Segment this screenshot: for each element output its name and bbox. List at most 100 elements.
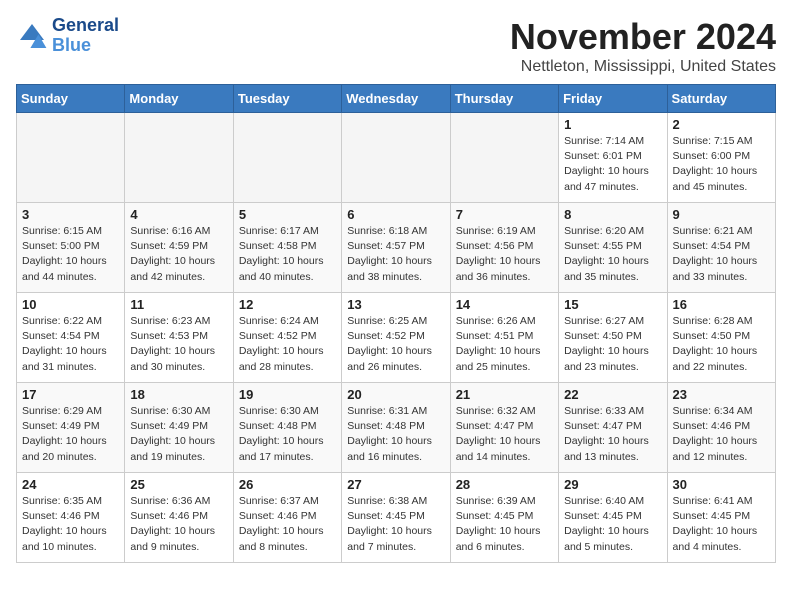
day-info: Sunrise: 6:20 AM Sunset: 4:55 PM Dayligh… bbox=[564, 224, 661, 285]
calendar-day-30: 30 Sunrise: 6:41 AM Sunset: 4:45 PM Dayli… bbox=[667, 473, 775, 563]
day-info: Sunrise: 6:29 AM Sunset: 4:49 PM Dayligh… bbox=[22, 404, 119, 465]
calendar-day-11: 11 Sunrise: 6:23 AM Sunset: 4:53 PM Dayli… bbox=[125, 293, 233, 383]
calendar-day-18: 18 Sunrise: 6:30 AM Sunset: 4:49 PM Dayli… bbox=[125, 383, 233, 473]
day-number: 17 bbox=[22, 387, 119, 402]
day-number: 18 bbox=[130, 387, 227, 402]
day-number: 30 bbox=[673, 477, 770, 492]
day-info: Sunrise: 7:14 AM Sunset: 6:01 PM Dayligh… bbox=[564, 134, 661, 195]
day-number: 5 bbox=[239, 207, 336, 222]
calendar-day-14: 14 Sunrise: 6:26 AM Sunset: 4:51 PM Dayli… bbox=[450, 293, 558, 383]
page-header: General Blue November 2024 Nettleton, Mi… bbox=[16, 16, 776, 76]
day-info: Sunrise: 7:15 AM Sunset: 6:00 PM Dayligh… bbox=[673, 134, 770, 195]
calendar-day-8: 8 Sunrise: 6:20 AM Sunset: 4:55 PM Daylig… bbox=[559, 203, 667, 293]
calendar-day-empty bbox=[125, 113, 233, 203]
day-info: Sunrise: 6:41 AM Sunset: 4:45 PM Dayligh… bbox=[673, 494, 770, 555]
calendar-day-2: 2 Sunrise: 7:15 AM Sunset: 6:00 PM Daylig… bbox=[667, 113, 775, 203]
location-title: Nettleton, Mississippi, United States bbox=[510, 58, 776, 76]
calendar-day-17: 17 Sunrise: 6:29 AM Sunset: 4:49 PM Dayli… bbox=[17, 383, 125, 473]
day-number: 21 bbox=[456, 387, 553, 402]
calendar-week-row: 10Sunrise: 6:22 AM Sunset: 4:54 PM Dayli… bbox=[17, 293, 776, 383]
calendar-day-9: 9Sunrise: 6:21 AM Sunset: 4:54 PM Daylig… bbox=[667, 203, 775, 293]
day-number: 29 bbox=[564, 477, 661, 492]
calendar-day-25: 25Sunrise: 6:36 AM Sunset: 4:46 PM Dayli… bbox=[125, 473, 233, 563]
day-number: 13 bbox=[347, 297, 444, 312]
day-number: 1 bbox=[564, 117, 661, 132]
day-number: 8 bbox=[564, 207, 661, 222]
day-number: 24 bbox=[22, 477, 119, 492]
day-info: Sunrise: 6:30 AM Sunset: 4:48 PM Dayligh… bbox=[239, 404, 336, 465]
day-number: 2 bbox=[673, 117, 770, 132]
calendar-day-28: 28Sunrise: 6:39 AM Sunset: 4:45 PM Dayli… bbox=[450, 473, 558, 563]
day-info: Sunrise: 6:34 AM Sunset: 4:46 PM Dayligh… bbox=[673, 404, 770, 465]
weekday-header-thursday: Thursday bbox=[450, 85, 558, 113]
weekday-header-friday: Friday bbox=[559, 85, 667, 113]
calendar-week-row: 3 Sunrise: 6:15 AM Sunset: 5:00 PM Daylig… bbox=[17, 203, 776, 293]
calendar-day-empty bbox=[233, 113, 341, 203]
day-number: 20 bbox=[347, 387, 444, 402]
weekday-header-sunday: Sunday bbox=[17, 85, 125, 113]
day-info: Sunrise: 6:40 AM Sunset: 4:45 PM Dayligh… bbox=[564, 494, 661, 555]
calendar-day-10: 10Sunrise: 6:22 AM Sunset: 4:54 PM Dayli… bbox=[17, 293, 125, 383]
calendar-day-22: 22Sunrise: 6:33 AM Sunset: 4:47 PM Dayli… bbox=[559, 383, 667, 473]
calendar-day-5: 5 Sunrise: 6:17 AM Sunset: 4:58 PM Daylig… bbox=[233, 203, 341, 293]
calendar-day-26: 26 Sunrise: 6:37 AM Sunset: 4:46 PM Dayli… bbox=[233, 473, 341, 563]
calendar-day-empty bbox=[17, 113, 125, 203]
calendar-day-27: 27 Sunrise: 6:38 AM Sunset: 4:45 PM Dayli… bbox=[342, 473, 450, 563]
calendar-day-empty bbox=[342, 113, 450, 203]
day-number: 3 bbox=[22, 207, 119, 222]
calendar-day-13: 13 Sunrise: 6:25 AM Sunset: 4:52 PM Dayli… bbox=[342, 293, 450, 383]
day-number: 4 bbox=[130, 207, 227, 222]
day-number: 15 bbox=[564, 297, 661, 312]
day-number: 7 bbox=[456, 207, 553, 222]
weekday-header-wednesday: Wednesday bbox=[342, 85, 450, 113]
day-info: Sunrise: 6:31 AM Sunset: 4:48 PM Dayligh… bbox=[347, 404, 444, 465]
day-info: Sunrise: 6:37 AM Sunset: 4:46 PM Dayligh… bbox=[239, 494, 336, 555]
day-info: Sunrise: 6:25 AM Sunset: 4:52 PM Dayligh… bbox=[347, 314, 444, 375]
day-info: Sunrise: 6:16 AM Sunset: 4:59 PM Dayligh… bbox=[130, 224, 227, 285]
calendar-day-16: 16 Sunrise: 6:28 AM Sunset: 4:50 PM Dayli… bbox=[667, 293, 775, 383]
day-info: Sunrise: 6:32 AM Sunset: 4:47 PM Dayligh… bbox=[456, 404, 553, 465]
day-number: 26 bbox=[239, 477, 336, 492]
day-number: 16 bbox=[673, 297, 770, 312]
day-number: 11 bbox=[130, 297, 227, 312]
day-info: Sunrise: 6:26 AM Sunset: 4:51 PM Dayligh… bbox=[456, 314, 553, 375]
calendar-day-20: 20 Sunrise: 6:31 AM Sunset: 4:48 PM Dayli… bbox=[342, 383, 450, 473]
day-number: 23 bbox=[673, 387, 770, 402]
day-number: 27 bbox=[347, 477, 444, 492]
calendar-week-row: 1 Sunrise: 7:14 AM Sunset: 6:01 PM Daylig… bbox=[17, 113, 776, 203]
day-number: 14 bbox=[456, 297, 553, 312]
calendar-day-29: 29 Sunrise: 6:40 AM Sunset: 4:45 PM Dayli… bbox=[559, 473, 667, 563]
calendar-day-23: 23 Sunrise: 6:34 AM Sunset: 4:46 PM Dayli… bbox=[667, 383, 775, 473]
day-info: Sunrise: 6:28 AM Sunset: 4:50 PM Dayligh… bbox=[673, 314, 770, 375]
title-section: November 2024 Nettleton, Mississippi, Un… bbox=[510, 16, 776, 76]
weekday-header-saturday: Saturday bbox=[667, 85, 775, 113]
calendar-day-1: 1 Sunrise: 7:14 AM Sunset: 6:01 PM Daylig… bbox=[559, 113, 667, 203]
day-info: Sunrise: 6:30 AM Sunset: 4:49 PM Dayligh… bbox=[130, 404, 227, 465]
day-info: Sunrise: 6:19 AM Sunset: 4:56 PM Dayligh… bbox=[456, 224, 553, 285]
day-info: Sunrise: 6:27 AM Sunset: 4:50 PM Dayligh… bbox=[564, 314, 661, 375]
calendar-day-24: 24Sunrise: 6:35 AM Sunset: 4:46 PM Dayli… bbox=[17, 473, 125, 563]
calendar-day-3: 3 Sunrise: 6:15 AM Sunset: 5:00 PM Daylig… bbox=[17, 203, 125, 293]
calendar-week-row: 17 Sunrise: 6:29 AM Sunset: 4:49 PM Dayli… bbox=[17, 383, 776, 473]
calendar-day-21: 21 Sunrise: 6:32 AM Sunset: 4:47 PM Dayli… bbox=[450, 383, 558, 473]
day-number: 19 bbox=[239, 387, 336, 402]
day-info: Sunrise: 6:17 AM Sunset: 4:58 PM Dayligh… bbox=[239, 224, 336, 285]
calendar-day-15: 15 Sunrise: 6:27 AM Sunset: 4:50 PM Dayli… bbox=[559, 293, 667, 383]
calendar-table: SundayMondayTuesdayWednesdayThursdayFrid… bbox=[16, 84, 776, 563]
day-info: Sunrise: 6:23 AM Sunset: 4:53 PM Dayligh… bbox=[130, 314, 227, 375]
month-title: November 2024 bbox=[510, 16, 776, 58]
logo-text: General Blue bbox=[52, 16, 119, 56]
weekday-header-row: SundayMondayTuesdayWednesdayThursdayFrid… bbox=[17, 85, 776, 113]
calendar-day-empty bbox=[450, 113, 558, 203]
day-info: Sunrise: 6:15 AM Sunset: 5:00 PM Dayligh… bbox=[22, 224, 119, 285]
calendar-day-7: 7 Sunrise: 6:19 AM Sunset: 4:56 PM Daylig… bbox=[450, 203, 558, 293]
day-info: Sunrise: 6:18 AM Sunset: 4:57 PM Dayligh… bbox=[347, 224, 444, 285]
calendar-day-19: 19 Sunrise: 6:30 AM Sunset: 4:48 PM Dayli… bbox=[233, 383, 341, 473]
weekday-header-tuesday: Tuesday bbox=[233, 85, 341, 113]
weekday-header-monday: Monday bbox=[125, 85, 233, 113]
day-info: Sunrise: 6:38 AM Sunset: 4:45 PM Dayligh… bbox=[347, 494, 444, 555]
day-number: 9 bbox=[673, 207, 770, 222]
day-info: Sunrise: 6:22 AM Sunset: 4:54 PM Dayligh… bbox=[22, 314, 119, 375]
day-number: 6 bbox=[347, 207, 444, 222]
calendar-day-12: 12Sunrise: 6:24 AM Sunset: 4:52 PM Dayli… bbox=[233, 293, 341, 383]
